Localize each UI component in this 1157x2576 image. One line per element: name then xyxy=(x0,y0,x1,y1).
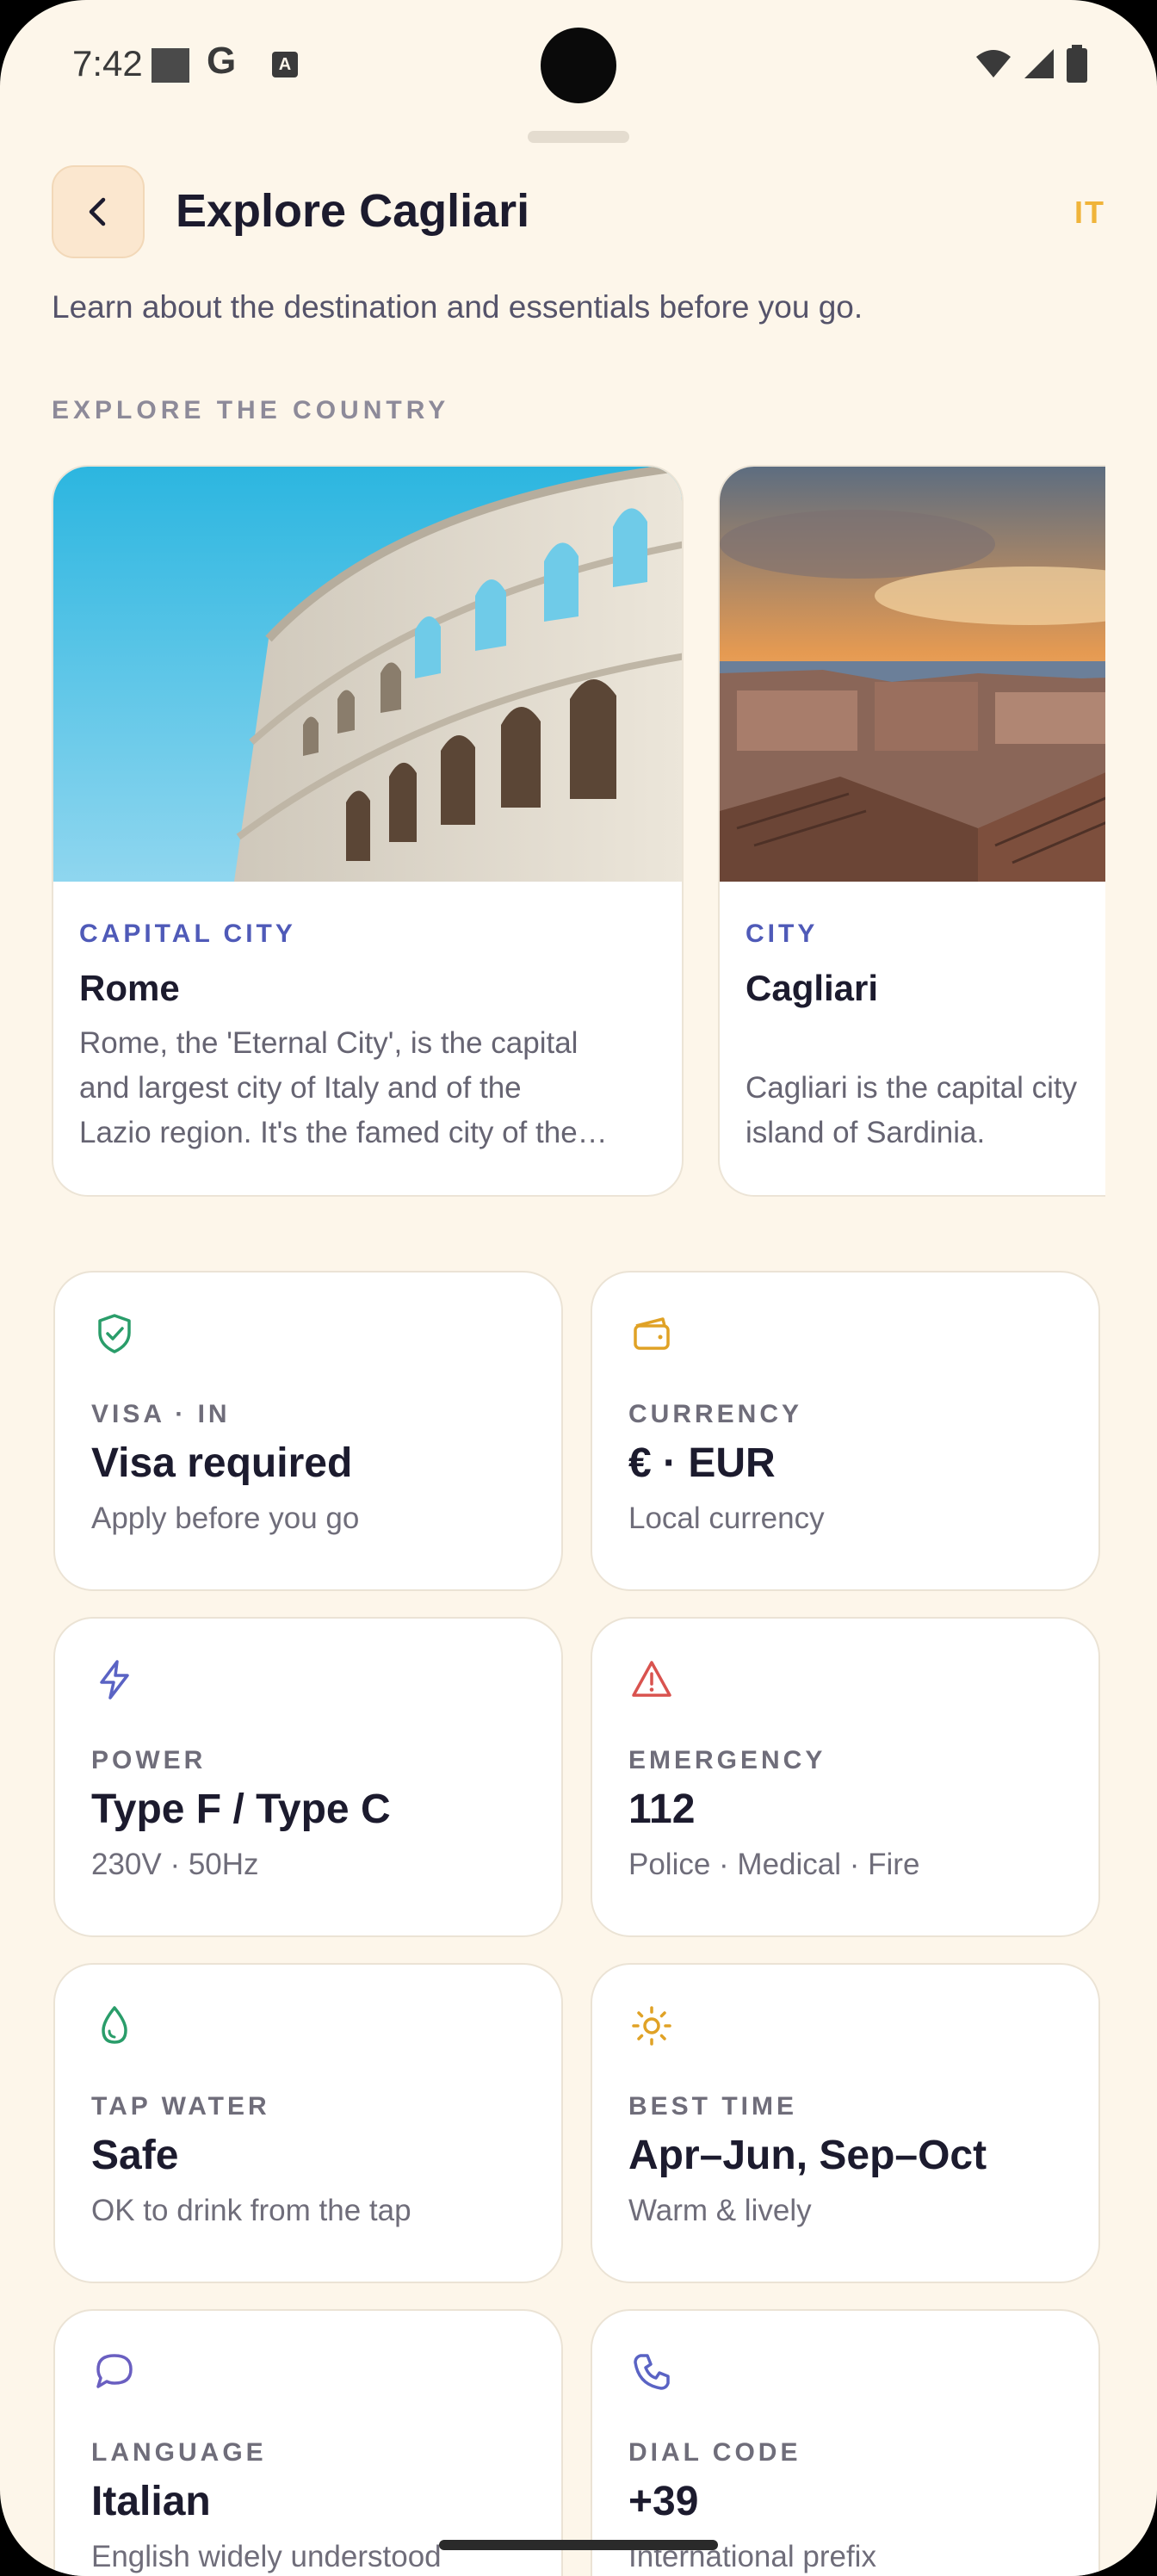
desc-line: and largest city of Italy and of the xyxy=(79,1071,522,1105)
page-subtitle: Learn about the destination and essentia… xyxy=(52,289,863,325)
info-value: Safe xyxy=(91,2133,179,2178)
chevron-left-icon xyxy=(89,197,106,226)
shield-check-icon xyxy=(98,1314,131,1353)
info-note: English widely understood xyxy=(91,2540,442,2573)
country-code-badge[interactable]: IT xyxy=(1074,195,1105,231)
home-indicator[interactable] xyxy=(439,2540,718,2550)
cagliari-photo xyxy=(720,467,1105,882)
page-title: Explore Cagliari xyxy=(176,185,530,237)
place-name: Rome xyxy=(79,968,180,1008)
status-icons xyxy=(974,45,1088,83)
info-label: CURRENCY xyxy=(628,1400,803,1428)
info-card-language[interactable]: LANGUAGE Italian English widely understo… xyxy=(53,2309,563,2576)
info-value: Italian xyxy=(91,2479,211,2524)
google-icon: G xyxy=(207,40,237,82)
sun-icon xyxy=(632,2006,671,2046)
info-value: 112 xyxy=(628,1786,696,1832)
info-card-best-time[interactable]: BEST TIME Apr–Jun, Sep–Oct Warm & lively xyxy=(591,1963,1100,2283)
info-card-visa[interactable]: VISA · IN Visa required Apply before you… xyxy=(53,1271,563,1591)
info-note: Warm & lively xyxy=(628,2194,812,2227)
info-value: Visa required xyxy=(91,1440,353,1486)
info-value: +39 xyxy=(628,2479,699,2524)
droplet-icon xyxy=(102,2006,127,2044)
place-description: Rome, the 'Eternal City', is the capital… xyxy=(79,1021,656,1155)
desc-line: island of Sardinia. xyxy=(746,1116,986,1149)
translate-icon: A xyxy=(272,52,298,77)
desc-line: Rome, the 'Eternal City', is the capital xyxy=(79,1026,578,1060)
warning-icon xyxy=(632,1661,671,1697)
lightning-icon xyxy=(100,1660,129,1700)
place-card-rome[interactable]: CAPITAL CITY Rome Rome, the 'Eternal Cit… xyxy=(52,465,684,1197)
screen: 7:42 G A Explore Cagliari IT Learn about… xyxy=(0,0,1157,2576)
info-label: EMERGENCY xyxy=(628,1746,826,1774)
info-note: Local currency xyxy=(628,1502,825,1535)
camera-cutout xyxy=(541,28,616,103)
notification-square-icon xyxy=(152,48,189,83)
info-label: VISA · IN xyxy=(91,1400,231,1428)
status-bar: 7:42 G A xyxy=(0,0,1157,129)
info-label: TAP WATER xyxy=(91,2092,270,2121)
info-note: 230V · 50Hz xyxy=(91,1848,259,1881)
back-button[interactable] xyxy=(52,165,145,258)
chat-bubble-icon xyxy=(96,2354,133,2388)
info-label: LANGUAGE xyxy=(91,2438,267,2467)
place-kind: CAPITAL CITY xyxy=(79,920,296,948)
places-carousel[interactable]: CAPITAL CITY Rome Rome, the 'Eternal Cit… xyxy=(52,465,1105,1198)
desc-line: Cagliari is the capital city xyxy=(746,1071,1078,1105)
place-description: Cagliari is the capital city island of S… xyxy=(746,1066,1105,1155)
info-card-power[interactable]: POWER Type F / Type C 230V · 50Hz xyxy=(53,1617,563,1937)
desc-line: Lazio region. It's the famed city of the… xyxy=(79,1116,608,1149)
wifi-icon xyxy=(976,50,1011,77)
info-card-currency[interactable]: CURRENCY € · EUR Local currency xyxy=(591,1271,1100,1591)
info-value: Type F / Type C xyxy=(91,1786,391,1832)
info-label: BEST TIME xyxy=(628,2092,798,2121)
info-note: Police · Medical · Fire xyxy=(628,1848,920,1881)
info-value: € · EUR xyxy=(628,1440,776,1486)
place-card-cagliari[interactable]: CITY Cagliari Cagliari is the capital ci… xyxy=(718,465,1105,1197)
wallet-icon xyxy=(634,1317,670,1350)
sheet-drag-handle[interactable] xyxy=(528,131,629,143)
status-time: 7:42 xyxy=(72,43,143,84)
info-note: Apply before you go xyxy=(91,1502,360,1535)
battery-icon xyxy=(1067,45,1087,83)
info-label: POWER xyxy=(91,1746,207,1774)
signal-icon xyxy=(1024,49,1054,78)
section-label-explore: EXPLORE THE COUNTRY xyxy=(52,396,450,424)
phone-icon xyxy=(634,2354,670,2390)
info-card-tap-water[interactable]: TAP WATER Safe OK to drink from the tap xyxy=(53,1963,563,2283)
colosseum-photo xyxy=(53,467,682,882)
info-card-dial-code[interactable]: DIAL CODE +39 International prefix xyxy=(591,2309,1100,2576)
info-label: DIAL CODE xyxy=(628,2438,801,2467)
place-kind: CITY xyxy=(746,920,819,948)
info-card-emergency[interactable]: EMERGENCY 112 Police · Medical · Fire xyxy=(591,1617,1100,1937)
place-name: Cagliari xyxy=(746,968,879,1008)
info-value: Apr–Jun, Sep–Oct xyxy=(628,2133,987,2178)
info-note: OK to drink from the tap xyxy=(91,2194,411,2227)
